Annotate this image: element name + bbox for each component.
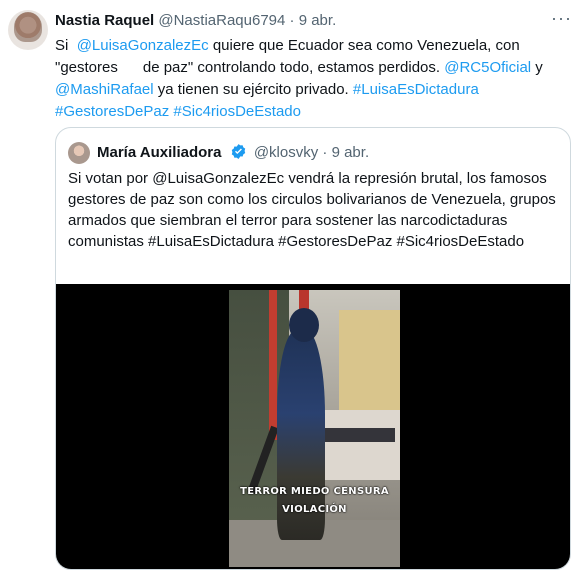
- quoted-separator-dot: ·: [322, 144, 328, 161]
- tweet-text-segment: ya tienen su ejército privado.: [153, 81, 353, 98]
- quoted-avatar[interactable]: [68, 142, 90, 164]
- tweet-text-segment: [479, 81, 483, 98]
- tweet-link[interactable]: #LuisaEsDictadura: [353, 81, 479, 98]
- tweet-link[interactable]: #Sic4riosDeEstado: [173, 103, 301, 120]
- quoted-header: María Auxiliadora @klosvky · 9 abr.: [97, 143, 369, 162]
- author-name[interactable]: Nastia Raquel: [55, 12, 154, 29]
- more-icon[interactable]: ···: [551, 9, 573, 29]
- tweet-link[interactable]: @MashiRafael: [55, 81, 154, 98]
- quoted-author-handle[interactable]: @klosvky: [254, 144, 318, 161]
- video-caption-line2: VIOLACIÓN: [282, 504, 347, 515]
- verified-badge-icon: [231, 144, 245, 159]
- video-player[interactable]: TERROR MIEDO CENSURA VIOLACIÓN: [56, 284, 570, 569]
- quoted-text: Si votan por @LuisaGonzalezEc vendrá la …: [68, 170, 556, 250]
- tweet-date[interactable]: 9 abr.: [299, 12, 337, 29]
- separator-dot: ·: [289, 12, 295, 29]
- quoted-author-name[interactable]: María Auxiliadora: [97, 144, 221, 161]
- tweet-text-segment: y: [531, 59, 547, 76]
- tweet-link[interactable]: @RC5Oficial: [444, 59, 531, 76]
- tweet-link[interactable]: #GestoresDePaz: [55, 103, 169, 120]
- quoted-date[interactable]: 9 abr.: [332, 144, 370, 161]
- video-frame: TERROR MIEDO CENSURA VIOLACIÓN: [229, 290, 400, 567]
- tweet-text-segment: Si: [55, 37, 77, 54]
- author-handle[interactable]: @NastiaRaqu6794: [158, 12, 285, 29]
- tweet-text: Si @LuisaGonzalezEc quiere que Ecuador s…: [55, 35, 560, 123]
- quoted-tweet[interactable]: María Auxiliadora @klosvky · 9 abr. Si v…: [55, 127, 571, 570]
- video-caption-line1: TERROR MIEDO CENSURA: [240, 486, 389, 497]
- avatar[interactable]: [8, 10, 48, 50]
- tweet[interactable]: Nastia Raquel @NastiaRaqu6794 · 9 abr. ·…: [0, 0, 579, 575]
- tweet-header: Nastia Raquel @NastiaRaqu6794 · 9 abr.: [55, 12, 336, 30]
- tweet-link[interactable]: @LuisaGonzalezEc: [77, 37, 209, 54]
